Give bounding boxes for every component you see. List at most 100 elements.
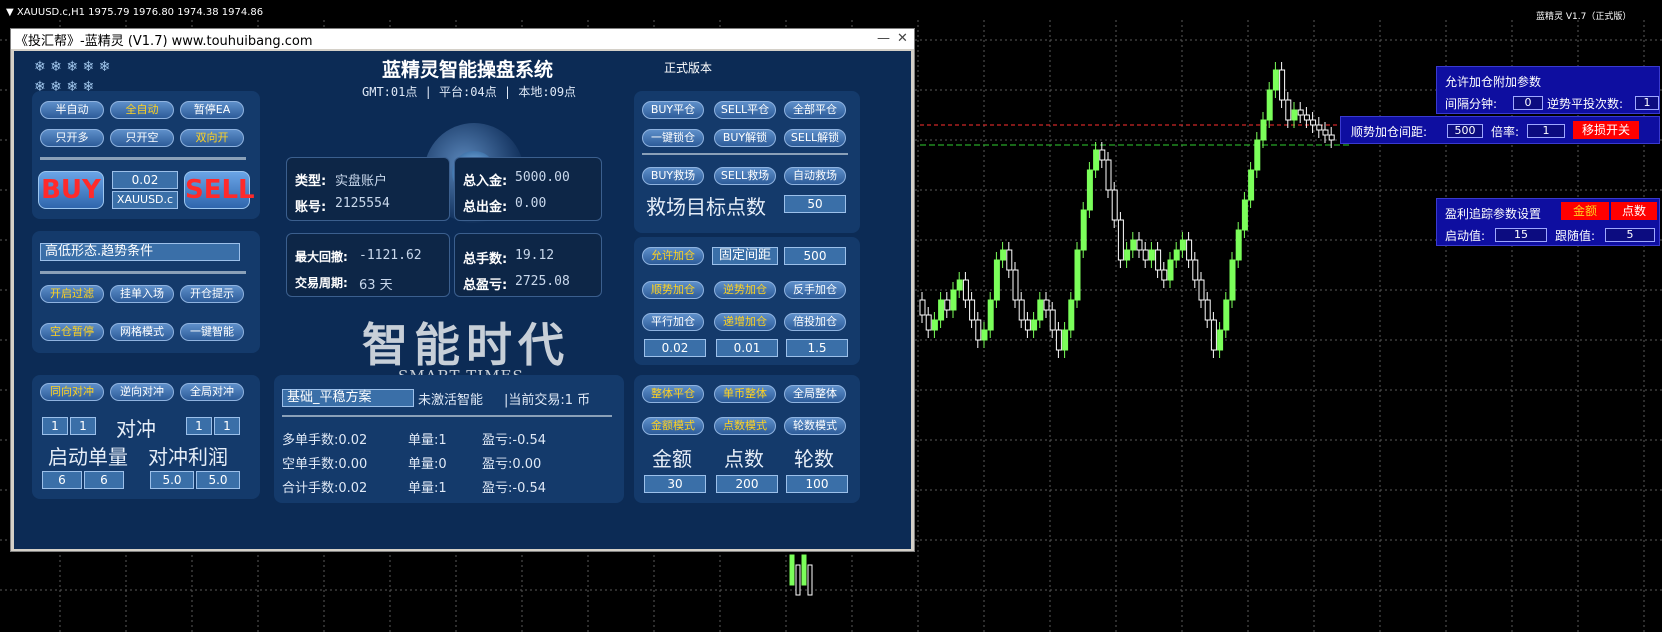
time-info: GMT:01点 | 平台:04点 | 本地:09点 bbox=[362, 85, 577, 99]
rate-label: 倍率: bbox=[1491, 125, 1520, 139]
round-mode-button[interactable]: 轮数模式 bbox=[784, 417, 846, 435]
candle-body bbox=[1062, 329, 1069, 351]
amount-input[interactable]: 30 bbox=[644, 475, 706, 493]
candle-body bbox=[1136, 239, 1143, 251]
counter-times-label: 逆势平投次数: bbox=[1547, 97, 1624, 111]
reverse-add-button[interactable]: 反手加仓 bbox=[784, 281, 846, 299]
point-mode-button[interactable]: 点数模式 bbox=[714, 417, 776, 435]
condition-field[interactable]: 高低形态.趋势条件 bbox=[40, 243, 240, 261]
close-box: BUY平仓 SELL平仓 全部平仓 一键锁仓 BUY解锁 SELL解锁 BUY救… bbox=[634, 91, 860, 233]
total-lots: 合计手数:0.02 bbox=[282, 481, 368, 496]
open-prompt-button[interactable]: 开仓提示 bbox=[180, 285, 244, 303]
all-close-button[interactable]: 全部平仓 bbox=[784, 101, 846, 119]
amount-mode-button[interactable]: 金额模式 bbox=[642, 417, 704, 435]
hedge-input-4[interactable]: 1 bbox=[214, 417, 240, 435]
short-pl: 盈亏:0.00 bbox=[482, 457, 542, 472]
open-filter-button[interactable]: 开启过滤 bbox=[40, 285, 104, 303]
window-titlebar[interactable]: 《投汇帮》-蓝精灵 (V1.7) www.touhuibang.com — ✕ bbox=[11, 29, 914, 49]
counter-times-input[interactable]: 1 bbox=[1635, 96, 1659, 110]
plan-name-field[interactable]: 基础_平稳方案 bbox=[282, 389, 414, 407]
candle-body bbox=[1266, 89, 1273, 121]
fixed-gap-field[interactable]: 固定间距 bbox=[712, 247, 778, 265]
sell-close-button[interactable]: SELL平仓 bbox=[714, 101, 776, 119]
hedge-input-1[interactable]: 1 bbox=[42, 417, 68, 435]
sell-unlock-button[interactable]: SELL解锁 bbox=[784, 129, 846, 147]
semi-auto-button[interactable]: 半自动 bbox=[40, 101, 104, 119]
deposit-value: 5000.00 bbox=[515, 170, 570, 185]
rate-input[interactable]: 1 bbox=[1527, 124, 1565, 138]
rescue-target-input[interactable]: 50 bbox=[784, 195, 846, 213]
round-input[interactable]: 100 bbox=[786, 475, 848, 493]
pending-entry-button[interactable]: 挂单入场 bbox=[110, 285, 174, 303]
global-hedge-button[interactable]: 全局对冲 bbox=[180, 383, 244, 401]
hedge-profit-input-2[interactable]: 5.0 bbox=[196, 471, 240, 489]
candle-body bbox=[993, 259, 1000, 301]
hedge-input-2[interactable]: 1 bbox=[70, 417, 96, 435]
minimize-icon[interactable]: — bbox=[877, 31, 890, 46]
buy-rescue-button[interactable]: BUY救场 bbox=[642, 167, 704, 185]
candle-body bbox=[1328, 134, 1335, 141]
pause-ea-button[interactable]: 暂停EA bbox=[180, 101, 244, 119]
candle-body bbox=[1210, 319, 1217, 351]
fixed-gap-input[interactable]: 500 bbox=[784, 247, 846, 265]
stop-switch-button[interactable]: 移损开关 bbox=[1573, 121, 1639, 139]
trend-gap-panel: 顺势加仓间距: 500 倍率: 1 移损开关 bbox=[1340, 116, 1660, 144]
smart-status: 未激活智能 bbox=[418, 393, 484, 408]
chart-symbol-header: ▼ XAUUSD.c,H1 1975.79 1976.80 1974.38 19… bbox=[6, 7, 264, 18]
total-lots-value: 19.12 bbox=[515, 248, 555, 263]
multiply-add-button[interactable]: 倍投加仓 bbox=[784, 313, 846, 331]
account-number-value: 2125554 bbox=[335, 196, 390, 211]
short-only-button[interactable]: 只开空 bbox=[110, 129, 174, 147]
single-whole-button[interactable]: 单币整体 bbox=[714, 385, 776, 403]
start-lot-input-1[interactable]: 6 bbox=[42, 471, 82, 489]
add-input-2[interactable]: 0.01 bbox=[716, 339, 778, 357]
long-only-button[interactable]: 只开多 bbox=[40, 129, 104, 147]
candle-body bbox=[1204, 299, 1211, 321]
trend-add-button[interactable]: 顺势加仓 bbox=[642, 281, 704, 299]
lot-input[interactable]: 0.02 bbox=[112, 171, 178, 189]
increment-add-button[interactable]: 递增加仓 bbox=[714, 313, 776, 331]
grid-mode-button[interactable]: 网格模式 bbox=[110, 323, 174, 341]
counter-add-button[interactable]: 逆势加仓 bbox=[714, 281, 776, 299]
plan-box: 基础_平稳方案 未激活智能 |当前交易:1 币 多单手数:0.02 单量:1 盈… bbox=[274, 375, 624, 503]
trail-point-button[interactable]: 点数 bbox=[1611, 202, 1657, 220]
sell-button[interactable]: SELL bbox=[184, 171, 255, 209]
one-key-lock-button[interactable]: 一键锁仓 bbox=[642, 129, 704, 147]
candle-body bbox=[1223, 299, 1230, 331]
candle-body bbox=[1074, 249, 1081, 301]
whole-close-button[interactable]: 整体平仓 bbox=[642, 385, 704, 403]
chart-brand-label: 蓝精灵 V1.7（正式版） bbox=[1536, 12, 1632, 22]
point-input[interactable]: 200 bbox=[716, 475, 778, 493]
start-lot-input-2[interactable]: 6 bbox=[84, 471, 124, 489]
trail-follow-input[interactable]: 5 bbox=[1605, 228, 1655, 242]
add-input-3[interactable]: 1.5 bbox=[786, 339, 848, 357]
buy-button[interactable]: BUY bbox=[38, 171, 104, 209]
total-count: 单量:1 bbox=[408, 481, 447, 496]
trail-amount-button[interactable]: 金额 bbox=[1561, 202, 1609, 220]
parallel-add-button[interactable]: 平行加仓 bbox=[642, 313, 704, 331]
candle-body bbox=[981, 329, 988, 341]
trend-gap-input[interactable]: 500 bbox=[1447, 124, 1483, 138]
add-params-panel: 允许加仓附加参数 间隔分钟: 0 逆势平投次数: 1 bbox=[1436, 66, 1660, 114]
interval-input[interactable]: 0 bbox=[1513, 96, 1543, 110]
close-icon[interactable]: ✕ bbox=[897, 31, 908, 46]
buy-unlock-button[interactable]: BUY解锁 bbox=[714, 129, 776, 147]
hedge-profit-input-1[interactable]: 5.0 bbox=[150, 471, 194, 489]
global-whole-button[interactable]: 全局整体 bbox=[784, 385, 846, 403]
empty-pause-button[interactable]: 空仓暂停 bbox=[40, 323, 104, 341]
candle-body bbox=[1173, 249, 1180, 261]
reverse-hedge-button[interactable]: 逆向对冲 bbox=[110, 383, 174, 401]
auto-rescue-button[interactable]: 自动救场 bbox=[784, 167, 846, 185]
candle-body bbox=[1086, 169, 1093, 211]
same-hedge-button[interactable]: 同向对冲 bbox=[40, 383, 104, 401]
add-input-1[interactable]: 0.02 bbox=[644, 339, 706, 357]
allow-add-button[interactable]: 允许加仓 bbox=[642, 247, 704, 265]
trail-start-input[interactable]: 15 bbox=[1495, 228, 1547, 242]
hedge-input-3[interactable]: 1 bbox=[186, 417, 212, 435]
both-direction-button[interactable]: 双向开 bbox=[180, 129, 244, 147]
full-auto-button[interactable]: 全自动 bbox=[110, 101, 174, 119]
buy-close-button[interactable]: BUY平仓 bbox=[642, 101, 704, 119]
sell-rescue-button[interactable]: SELL救场 bbox=[714, 167, 776, 185]
one-key-smart-button[interactable]: 一键智能 bbox=[180, 323, 244, 341]
candle-body bbox=[1322, 129, 1329, 136]
